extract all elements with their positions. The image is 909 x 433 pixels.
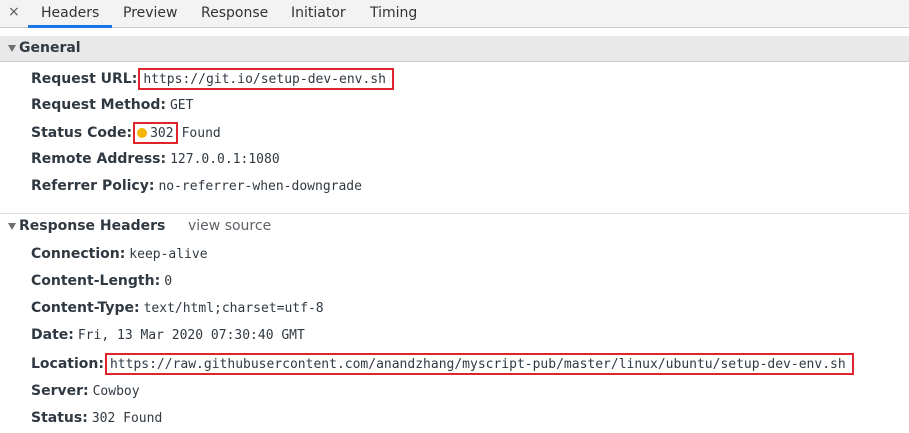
location-row: Location: https://raw.githubusercontent.c… bbox=[31, 353, 854, 375]
referrer-policy-value: no-referrer-when-downgrade bbox=[158, 179, 362, 194]
status-indicator-icon bbox=[137, 128, 148, 138]
request-url-highlight: https://git.io/setup-dev-env.sh bbox=[138, 68, 394, 90]
status-row: Status: 302 Found bbox=[31, 410, 162, 430]
tab-timing[interactable]: Timing bbox=[370, 5, 417, 21]
close-icon[interactable]: × bbox=[8, 4, 20, 20]
server-row: Server: Cowboy bbox=[31, 383, 140, 403]
collapse-triangle-icon[interactable] bbox=[8, 223, 16, 230]
general-section-header[interactable]: General bbox=[0, 36, 909, 62]
location-value: https://raw.githubusercontent.com/anandz… bbox=[109, 357, 846, 372]
request-method-row: Request Method: GET bbox=[31, 97, 193, 117]
status-code-highlight: 302 bbox=[133, 122, 178, 144]
location-highlight: https://raw.githubusercontent.com/anandz… bbox=[104, 353, 854, 375]
general-section-title: General bbox=[19, 40, 81, 56]
request-method-key: Request Method: bbox=[31, 97, 166, 113]
tab-response[interactable]: Response bbox=[201, 5, 268, 21]
request-method-value: GET bbox=[169, 98, 194, 113]
tab-bar: × Headers Preview Response Initiator Tim… bbox=[0, 0, 909, 28]
date-row: Date: Fri, 13 Mar 2020 07:30:40 GMT bbox=[31, 327, 305, 347]
status-code-value: 302 bbox=[150, 126, 174, 141]
status-key: Status: bbox=[31, 410, 88, 426]
remote-address-row: Remote Address: 127.0.0.1:1080 bbox=[31, 151, 280, 171]
remote-address-value: 127.0.0.1:1080 bbox=[170, 152, 280, 167]
active-tab-indicator bbox=[28, 25, 112, 28]
date-key: Date: bbox=[31, 327, 74, 343]
content-length-key: Content-Length: bbox=[31, 273, 161, 289]
content-length-value: 0 bbox=[164, 274, 173, 289]
referrer-policy-key: Referrer Policy: bbox=[31, 178, 155, 194]
content-length-row: Content-Length: 0 bbox=[31, 273, 172, 293]
request-url-row: Request URL: https://git.io/setup-dev-env… bbox=[31, 68, 394, 90]
collapse-triangle-icon[interactable] bbox=[8, 45, 16, 52]
content-type-row: Content-Type: text/html;charset=utf-8 bbox=[31, 300, 324, 320]
remote-address-key: Remote Address: bbox=[31, 151, 167, 167]
tab-headers[interactable]: Headers bbox=[41, 5, 99, 21]
connection-row: Connection: keep-alive bbox=[31, 246, 208, 266]
status-code-row: Status Code: 302 Found bbox=[31, 122, 221, 144]
connection-value: keep-alive bbox=[129, 247, 208, 262]
referrer-policy-row: Referrer Policy: no-referrer-when-downgra… bbox=[31, 178, 362, 198]
location-key: Location: bbox=[31, 356, 104, 372]
server-value: Cowboy bbox=[92, 384, 140, 399]
response-headers-section-header[interactable]: Response Headers view source bbox=[0, 213, 909, 239]
content-type-value: text/html;charset=utf-8 bbox=[143, 301, 324, 316]
status-value: 302 Found bbox=[91, 411, 163, 426]
server-key: Server: bbox=[31, 383, 89, 399]
response-headers-title: Response Headers bbox=[19, 218, 166, 234]
tab-preview[interactable]: Preview bbox=[123, 5, 178, 21]
tab-initiator[interactable]: Initiator bbox=[291, 5, 346, 21]
content-type-key: Content-Type: bbox=[31, 300, 140, 316]
request-url-value: https://git.io/setup-dev-env.sh bbox=[143, 72, 386, 87]
status-code-key: Status Code: bbox=[31, 125, 133, 141]
date-value: Fri, 13 Mar 2020 07:30:40 GMT bbox=[77, 328, 305, 343]
request-url-key: Request URL: bbox=[31, 71, 138, 87]
view-source-link[interactable]: view source bbox=[188, 218, 271, 234]
connection-key: Connection: bbox=[31, 246, 126, 262]
status-code-text: Found bbox=[181, 126, 221, 141]
